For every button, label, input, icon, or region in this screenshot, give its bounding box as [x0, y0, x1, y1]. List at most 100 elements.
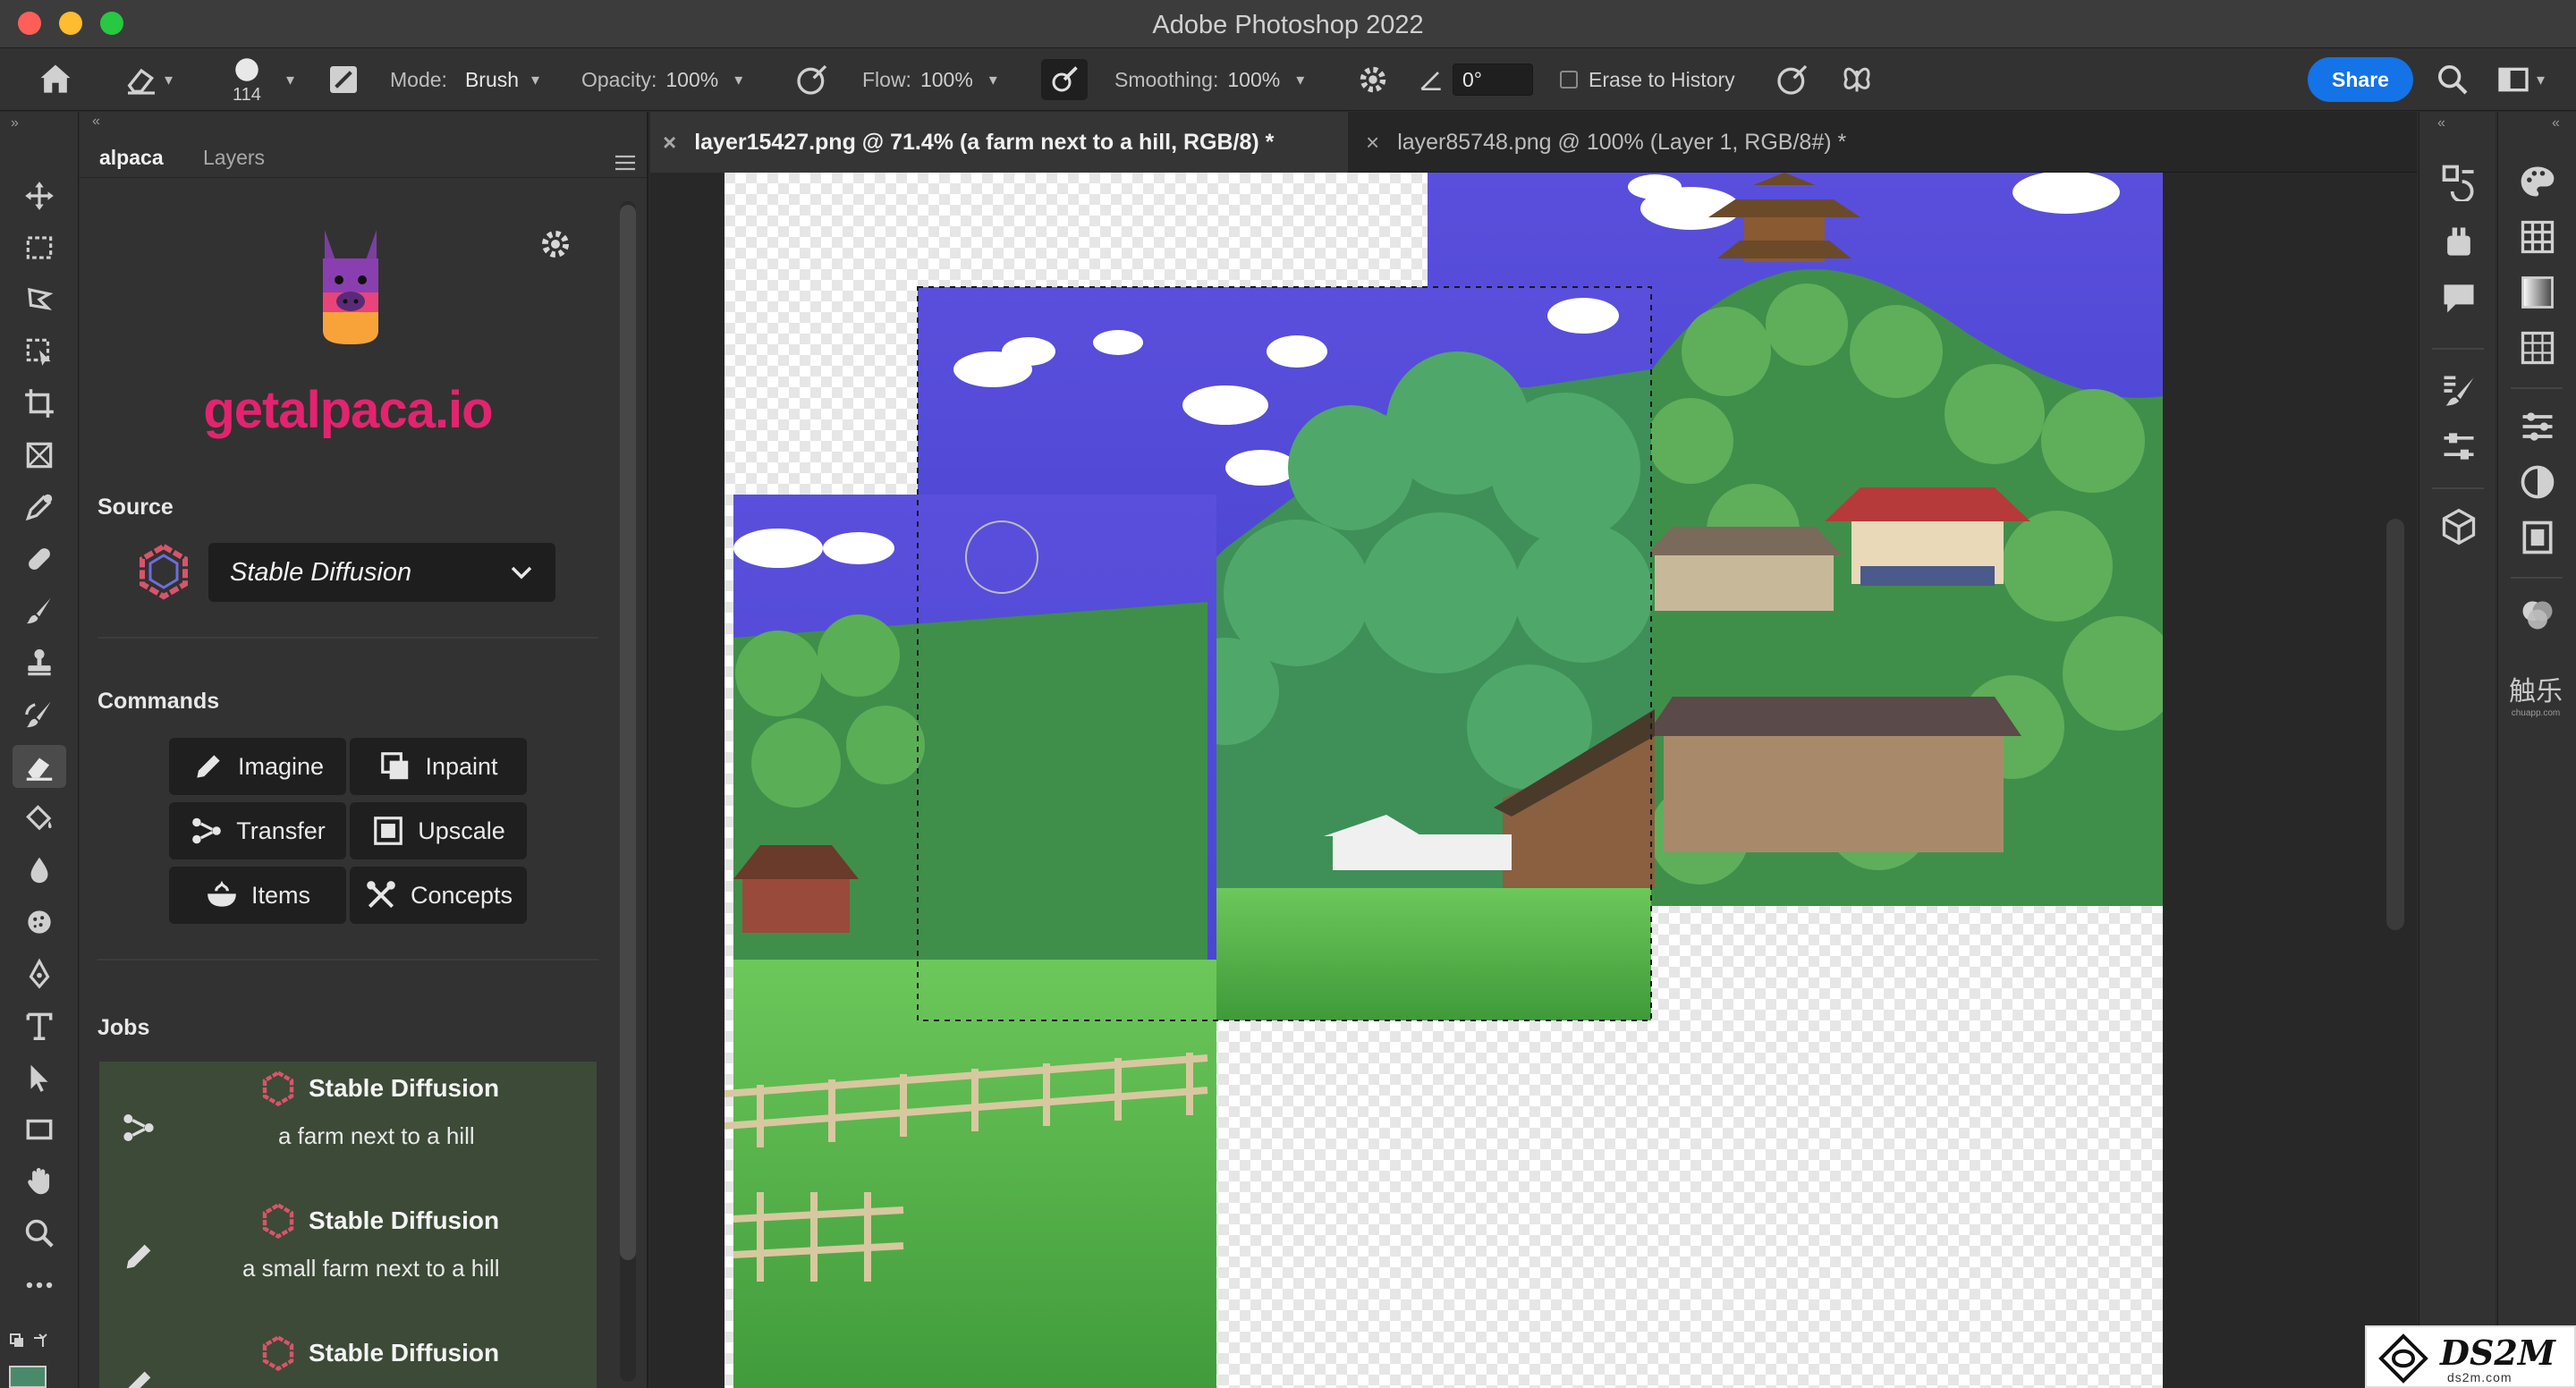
search-icon[interactable]	[2435, 48, 2470, 111]
mode-select[interactable]: Brush ▾	[456, 63, 548, 96]
collapse-toolbar-icon[interactable]: »	[11, 115, 19, 131]
channels-icon[interactable]	[2518, 595, 2557, 634]
watermark-mark: 触乐 chuapp.com	[2496, 669, 2576, 718]
zoom-tool-icon[interactable]	[13, 1212, 66, 1255]
source-select[interactable]: Stable Diffusion	[208, 543, 555, 602]
gradient-icon[interactable]	[2518, 273, 2557, 312]
document-tab-active[interactable]: × layer15427.png @ 71.4% (a farm next to…	[650, 112, 1348, 173]
dock-divider	[2432, 487, 2484, 489]
alpaca-logo-text[interactable]: getalpaca.io	[169, 380, 527, 440]
workspace-switcher-icon[interactable]: ▾	[2496, 48, 2545, 111]
stable-diffusion-logo-icon	[135, 543, 192, 600]
brush-tool-icon[interactable]	[13, 589, 66, 632]
comments-panel-icon[interactable]	[2439, 278, 2479, 317]
upscale-button[interactable]: Upscale	[350, 802, 527, 859]
close-tab-icon[interactable]: ×	[1366, 129, 1379, 157]
history-panel-icon[interactable]	[2439, 162, 2479, 201]
smoothing-options-gear-icon[interactable]	[1356, 48, 1390, 111]
job-title[interactable]: Stable Diffusion	[260, 1203, 499, 1239]
lasso-tool-icon[interactable]	[13, 278, 66, 321]
swatches-grid-icon[interactable]	[2518, 217, 2557, 257]
brush-settings-panel-icon[interactable]	[2439, 371, 2479, 410]
home-icon[interactable]	[36, 48, 75, 111]
tab-alpaca[interactable]: alpaca	[99, 137, 164, 178]
adjustments-circle-icon[interactable]	[2518, 462, 2557, 502]
eraser-preset-picker[interactable]: ▾	[123, 48, 173, 111]
type-tool-icon[interactable]	[13, 1004, 66, 1047]
eyedropper-tool-icon[interactable]	[13, 486, 66, 529]
imagine-button[interactable]: Imagine	[169, 738, 346, 795]
more-tools-icon[interactable]	[13, 1264, 66, 1307]
clone-stamp-tool-icon[interactable]	[13, 641, 66, 684]
history-brush-tool-icon[interactable]	[13, 693, 66, 736]
canvas-scrollbar[interactable]	[2386, 519, 2404, 930]
path-selection-tool-icon[interactable]	[13, 1056, 66, 1099]
crop-tool-icon[interactable]	[13, 382, 66, 425]
job-title[interactable]: Stable Diffusion	[260, 1071, 499, 1106]
section-divider	[97, 637, 598, 639]
job-title[interactable]: Stable Diffusion	[260, 1335, 499, 1371]
chevron-down-icon[interactable]: ▾	[281, 48, 294, 111]
foreground-color-swatch[interactable]	[9, 1366, 47, 1388]
canvas-image[interactable]	[724, 171, 2177, 1388]
dock-divider	[2511, 387, 2563, 389]
tab-layers[interactable]: Layers	[203, 137, 265, 178]
concepts-button[interactable]: Concepts	[350, 867, 527, 924]
chevron-down-icon[interactable]: ▾	[1296, 71, 1304, 89]
panel-menu-icon[interactable]	[614, 155, 636, 175]
panel-scrollbar-thumb[interactable]	[620, 205, 636, 1260]
erase-to-history-control[interactable]: Erase to History	[1560, 48, 1735, 111]
brush-settings-icon[interactable]	[326, 48, 361, 111]
eraser-tool-icon[interactable]	[13, 745, 66, 788]
smoothing-input[interactable]: 100%	[1227, 68, 1280, 92]
move-tool-icon[interactable]	[13, 174, 66, 217]
collapse-dock-icon[interactable]: «	[2552, 115, 2560, 131]
airbrush-toggle[interactable]	[1041, 48, 1088, 111]
ds2m-domain: ds2m.com	[2447, 1370, 2512, 1384]
canvas[interactable]	[724, 171, 2177, 1388]
opacity-input[interactable]: 100%	[665, 68, 718, 92]
alpaca-settings-gear-icon[interactable]	[538, 226, 573, 267]
document-tab-inactive[interactable]: × layer85748.png @ 100% (Layer 1, RGB/8#…	[1357, 112, 1929, 173]
angle-value: 0°	[1462, 67, 1482, 91]
marquee-tool-icon[interactable]	[13, 226, 66, 269]
inpaint-button[interactable]: Inpaint	[350, 738, 527, 795]
brush-size-picker[interactable]: 114	[231, 48, 263, 111]
flow-input[interactable]: 100%	[920, 68, 973, 92]
3d-cube-icon[interactable]	[2439, 507, 2479, 546]
plugins-panel-icon[interactable]	[2439, 223, 2479, 262]
color-palette-icon[interactable]	[2518, 162, 2557, 201]
collapse-dock-icon[interactable]: «	[2437, 115, 2445, 131]
paint-bucket-tool-icon[interactable]	[13, 797, 66, 840]
transfer-button[interactable]: Transfer	[169, 802, 346, 859]
angle-input[interactable]: 0°	[1453, 63, 1533, 96]
collapse-panel-icon[interactable]: «	[92, 114, 100, 130]
blur-tool-icon[interactable]	[13, 849, 66, 892]
close-tab-icon[interactable]: ×	[663, 129, 676, 157]
erase-to-history-checkbox[interactable]	[1560, 71, 1578, 89]
libraries-icon[interactable]	[2518, 518, 2557, 557]
watermark-mark-glyphs: 触乐	[2509, 677, 2563, 707]
document-tabs: × layer15427.png @ 71.4% (a farm next to…	[650, 112, 2417, 173]
pressure-opacity-icon[interactable]	[794, 48, 830, 111]
adjustments-sliders-icon[interactable]	[2439, 427, 2479, 466]
healing-brush-tool-icon[interactable]	[13, 537, 66, 580]
hand-tool-icon[interactable]	[13, 1160, 66, 1203]
frame-tool-icon[interactable]	[13, 434, 66, 477]
pen-tool-icon[interactable]	[13, 952, 66, 995]
properties-sliders-icon[interactable]	[2518, 407, 2557, 446]
document-tab-label: layer15427.png @ 71.4% (a farm next to a…	[694, 129, 1275, 155]
pressure-size-icon[interactable]	[1775, 48, 1810, 111]
chevron-down-icon[interactable]: ▾	[734, 71, 742, 89]
source-select-value: Stable Diffusion	[230, 557, 412, 587]
chevron-down-icon[interactable]: ▾	[989, 71, 997, 89]
items-button[interactable]: Items	[169, 867, 346, 924]
patterns-icon[interactable]	[2518, 328, 2557, 368]
symmetry-butterfly-icon[interactable]	[1839, 48, 1875, 111]
rectangle-tool-icon[interactable]	[13, 1108, 66, 1151]
share-button[interactable]: Share	[2308, 57, 2413, 102]
inpaint-label: Inpaint	[425, 752, 498, 780]
sponge-tool-icon[interactable]	[13, 901, 66, 944]
object-selection-tool-icon[interactable]	[13, 330, 66, 373]
swap-colors-icon[interactable]	[9, 1333, 48, 1365]
